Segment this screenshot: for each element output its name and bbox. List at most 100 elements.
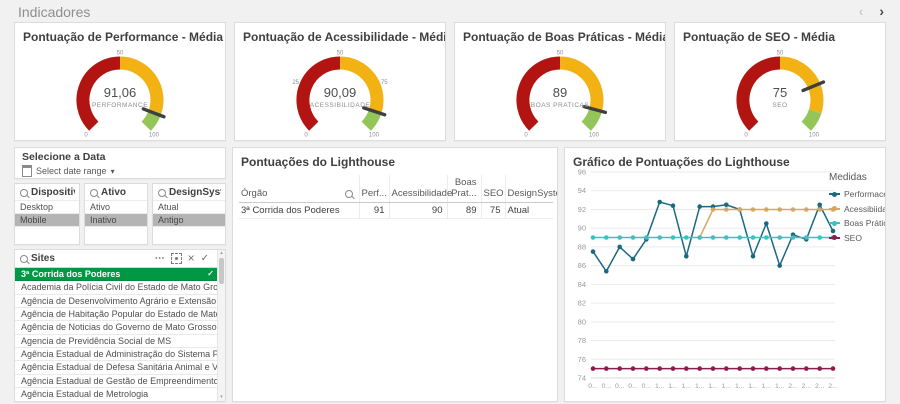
data-point [737, 235, 742, 240]
table-row[interactable]: 3ª Corrida dos Poderes91908975Atual [239, 203, 553, 219]
sites-scrollbar[interactable] [217, 250, 225, 401]
data-point [737, 366, 742, 371]
x-tick-label: 0... [628, 383, 638, 390]
filter-box-ativo: AtivoAtivoInativo [84, 183, 148, 245]
site-item[interactable]: Agência de Noticias do Governo de Mato G… [15, 321, 218, 334]
legend-item[interactable]: Acessibiidade [829, 204, 883, 214]
date-filter-card: Selecione a Data Select date range [14, 147, 226, 179]
caret-down-icon [111, 167, 115, 176]
gauge-title: Pontuação de Boas Práticas - Média [455, 23, 665, 44]
filter-box-dispositivos: Dispositivos DesktopMobile [14, 183, 80, 245]
data-point [777, 263, 782, 268]
data-point [657, 200, 662, 205]
search-icon[interactable] [90, 189, 98, 197]
column-header[interactable]: Acessibilidade [389, 175, 447, 203]
data-point [764, 207, 769, 212]
gauge-chart[interactable]: 05010089BOAS PRATICAS [460, 42, 660, 138]
data-point [804, 235, 809, 240]
gauge-card: Pontuação de Boas Práticas - Média050100… [454, 22, 666, 141]
site-item[interactable]: Agência de Habitação Popular do Estado d… [15, 308, 218, 321]
listbox-title: Dispositivos [31, 187, 75, 198]
filter-item[interactable]: Inativo [85, 213, 147, 226]
data-point [817, 207, 822, 212]
column-header[interactable]: SEO [481, 175, 505, 203]
filter-item[interactable]: Antigo [153, 213, 225, 226]
site-item[interactable]: Agência Estadual de Administração do Sis… [15, 348, 218, 361]
legend-title: Medidas [829, 172, 883, 183]
confirm-selection-icon[interactable] [201, 254, 209, 264]
data-point [791, 366, 796, 371]
filter-item[interactable]: Mobile [15, 213, 79, 226]
data-point [671, 235, 676, 240]
site-item[interactable]: Agência Estadual de Defesa Sanitária Ani… [15, 361, 218, 374]
filter-item[interactable]: Ativo [85, 200, 147, 213]
data-point [737, 207, 742, 212]
line-chart[interactable]: 9694929088868482807876740...0...0...0...… [567, 164, 839, 398]
data-point [604, 366, 609, 371]
date-range-picker[interactable]: Select date range [22, 165, 218, 177]
site-item[interactable]: Agência Estadual de Metrologia [15, 388, 218, 401]
selections-tool-icon[interactable] [171, 253, 182, 264]
data-point [684, 366, 689, 371]
data-point [764, 235, 769, 240]
selection-toolbar [155, 253, 221, 265]
column-header[interactable]: DesignSystem [505, 175, 553, 203]
site-item[interactable]: Academia da Polícia Civil do Estado de M… [15, 281, 218, 294]
column-header[interactable]: Órgão [239, 175, 359, 203]
gauge-tick-label: 100 [149, 132, 160, 138]
gauge-tick-label: 0 [84, 132, 88, 138]
data-point [644, 366, 649, 371]
date-filter-title: Selecione a Data [22, 151, 218, 163]
data-point [697, 235, 702, 240]
legend-item[interactable]: Boas Práticas [829, 218, 883, 228]
site-item[interactable]: Agência Estadual de Gestão de Empreendim… [15, 375, 218, 388]
site-item[interactable]: 3ª Corrida dos Poderes [15, 268, 218, 281]
y-tick-label: 94 [578, 186, 586, 195]
x-tick-label: 1... [722, 383, 732, 390]
data-point [617, 245, 622, 250]
data-point [591, 366, 596, 371]
filter-item[interactable]: Desktop [15, 200, 79, 213]
y-tick-label: 86 [578, 261, 586, 270]
x-tick-label: 1... [762, 383, 772, 390]
dashboard: Indicadores Pontuação de Performance - M… [0, 0, 900, 404]
listbox-title: DesignSystem [169, 187, 221, 198]
data-point [684, 235, 689, 240]
search-icon[interactable] [158, 189, 166, 197]
gauge-tick-label: 50 [557, 51, 564, 57]
listbox-header: Dispositivos [15, 184, 79, 200]
data-point [724, 235, 729, 240]
data-point [724, 203, 729, 208]
site-item[interactable]: Agencia de Previdência Social de MS [15, 335, 218, 348]
site-item[interactable]: Agência de Desenvolvimento Agrário e Ext… [15, 295, 218, 308]
data-point [697, 204, 702, 209]
search-icon[interactable] [20, 189, 28, 197]
gauge-chart[interactable]: 025507510090,09ACESSIBILIDADE [240, 42, 440, 138]
more-options-icon[interactable] [155, 254, 165, 264]
filter-item[interactable]: Atual [153, 200, 225, 213]
column-header[interactable]: Boas Prat... [447, 175, 481, 203]
search-icon[interactable] [20, 255, 28, 263]
column-header[interactable]: Perf... [359, 175, 389, 203]
gauge-label: PERFORMANCE [92, 102, 148, 109]
search-icon[interactable] [345, 190, 353, 198]
data-point [777, 235, 782, 240]
cancel-selection-icon[interactable] [188, 253, 195, 265]
gauge-value: 90,09 [324, 85, 357, 100]
legend-item[interactable]: SEO [829, 233, 883, 243]
x-tick-label: 1... [735, 383, 745, 390]
gauge-chart[interactable]: 05010091,06PERFORMANCE [20, 42, 220, 138]
scrollbar-thumb[interactable] [219, 258, 224, 284]
scroll-up-icon[interactable] [218, 250, 225, 257]
next-sheet-icon[interactable] [873, 3, 890, 19]
page-title: Indicadores [18, 4, 90, 20]
data-point [617, 366, 622, 371]
prev-sheet-icon[interactable] [853, 3, 870, 19]
data-point [657, 366, 662, 371]
y-tick-label: 84 [578, 280, 586, 289]
legend-item[interactable]: Performace [829, 189, 883, 199]
scroll-down-icon[interactable] [218, 394, 225, 401]
x-tick-label: 1... [668, 383, 678, 390]
gauge-chart[interactable]: 05010075SEO [680, 42, 880, 138]
gauge-title: Pontuação de SEO - Média [675, 23, 885, 44]
